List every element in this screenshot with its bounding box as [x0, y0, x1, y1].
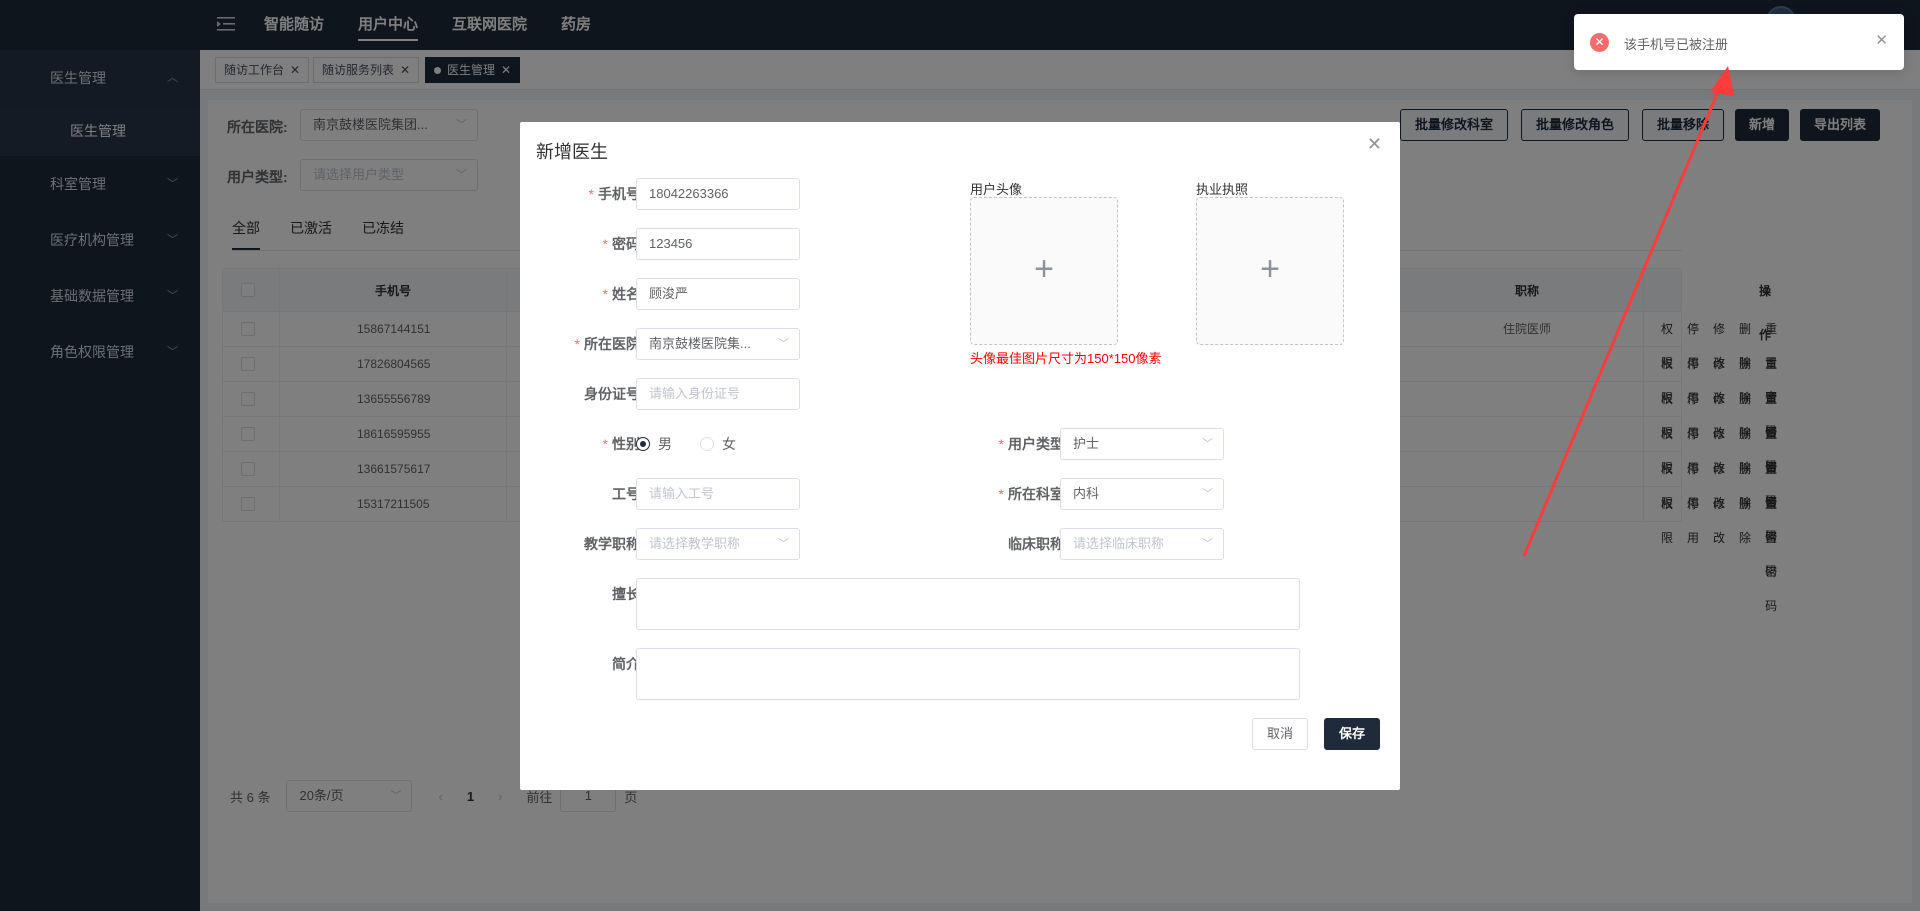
department-label: * 所在科室	[998, 486, 1064, 502]
chevron-down-icon: ﹀	[1202, 438, 1213, 450]
save-button[interactable]: 保存	[1324, 718, 1381, 750]
teaching-title-label: 教学职称	[584, 536, 640, 552]
cancel-button[interactable]: 取消	[1252, 718, 1309, 750]
clinical-title-label: 临床职称	[1008, 536, 1064, 552]
job-no-label: 工号	[612, 486, 640, 502]
chevron-down-icon: ﹀	[778, 538, 789, 550]
specialty-label: 擅长	[612, 586, 640, 602]
clinical-title-select[interactable]: 请选择临床职称 ﹀	[1060, 528, 1224, 560]
teaching-title-select[interactable]: 请选择教学职称 ﹀	[636, 528, 800, 560]
plus-icon: +	[1260, 250, 1280, 288]
gender-radio-female[interactable]: 女	[700, 428, 736, 460]
gender-label: * 性别	[602, 436, 640, 452]
radio-unchecked-icon	[700, 437, 714, 451]
hospital-label: * 所在医院	[574, 336, 640, 352]
hospital-select-value: 南京鼓楼医院集...	[649, 336, 751, 351]
department-value: 内科	[1073, 486, 1100, 501]
avatar-size-tip: 头像最佳图片尺寸为150*150像素	[970, 351, 1162, 366]
plus-icon: +	[1034, 250, 1054, 288]
user-type-value: 护士	[1073, 436, 1100, 451]
radio-checked-icon	[636, 437, 650, 451]
avatar-upload[interactable]: +	[970, 197, 1118, 345]
user-type-label: * 用户类型	[998, 436, 1064, 452]
toast-message: 该手机号已被注册	[1624, 37, 1729, 52]
license-upload-label: 执业执照	[1196, 182, 1249, 197]
user-type-select[interactable]: 护士 ﹀	[1060, 428, 1224, 460]
error-toast: ✕ 该手机号已被注册 ✕	[1574, 14, 1904, 70]
chevron-down-icon: ﹀	[1202, 488, 1213, 500]
chevron-down-icon: ﹀	[778, 338, 789, 350]
hospital-select[interactable]: 南京鼓楼医院集... ﹀	[636, 328, 800, 360]
close-icon[interactable]: ✕	[1875, 31, 1888, 49]
dialog-title: 新增医生	[536, 142, 608, 162]
gender-radio-male[interactable]: 男	[636, 428, 672, 460]
password-input[interactable]: 123456	[636, 228, 800, 260]
clinical-title-placeholder: 请选择临床职称	[1073, 536, 1165, 551]
phone-input[interactable]: 18042263366	[636, 178, 800, 210]
password-label: * 密码	[602, 236, 640, 252]
close-icon[interactable]: ✕	[1367, 134, 1382, 155]
add-doctor-dialog: 新增医生 ✕ * 手机号 18042263366 * 密码 123456 * 姓名 顾…	[520, 122, 1400, 790]
id-card-input[interactable]: 请输入身份证号	[636, 378, 800, 410]
phone-label: * 手机号	[588, 186, 640, 202]
gender-option-male: 男	[658, 436, 672, 452]
job-no-input[interactable]: 请输入工号	[636, 478, 800, 510]
name-label: * 姓名	[602, 286, 640, 302]
intro-label: 简介	[612, 656, 640, 672]
name-input[interactable]: 顾浚严	[636, 278, 800, 310]
teaching-title-placeholder: 请选择教学职称	[649, 536, 741, 551]
license-upload[interactable]: +	[1196, 197, 1344, 345]
id-card-label: 身份证号	[584, 386, 640, 402]
gender-option-female: 女	[722, 436, 736, 452]
intro-textarea[interactable]	[636, 648, 1300, 700]
error-icon: ✕	[1590, 33, 1609, 52]
avatar-upload-label: 用户头像	[970, 182, 1023, 197]
specialty-textarea[interactable]	[636, 578, 1300, 630]
chevron-down-icon: ﹀	[1202, 538, 1213, 550]
department-select[interactable]: 内科 ﹀	[1060, 478, 1224, 510]
